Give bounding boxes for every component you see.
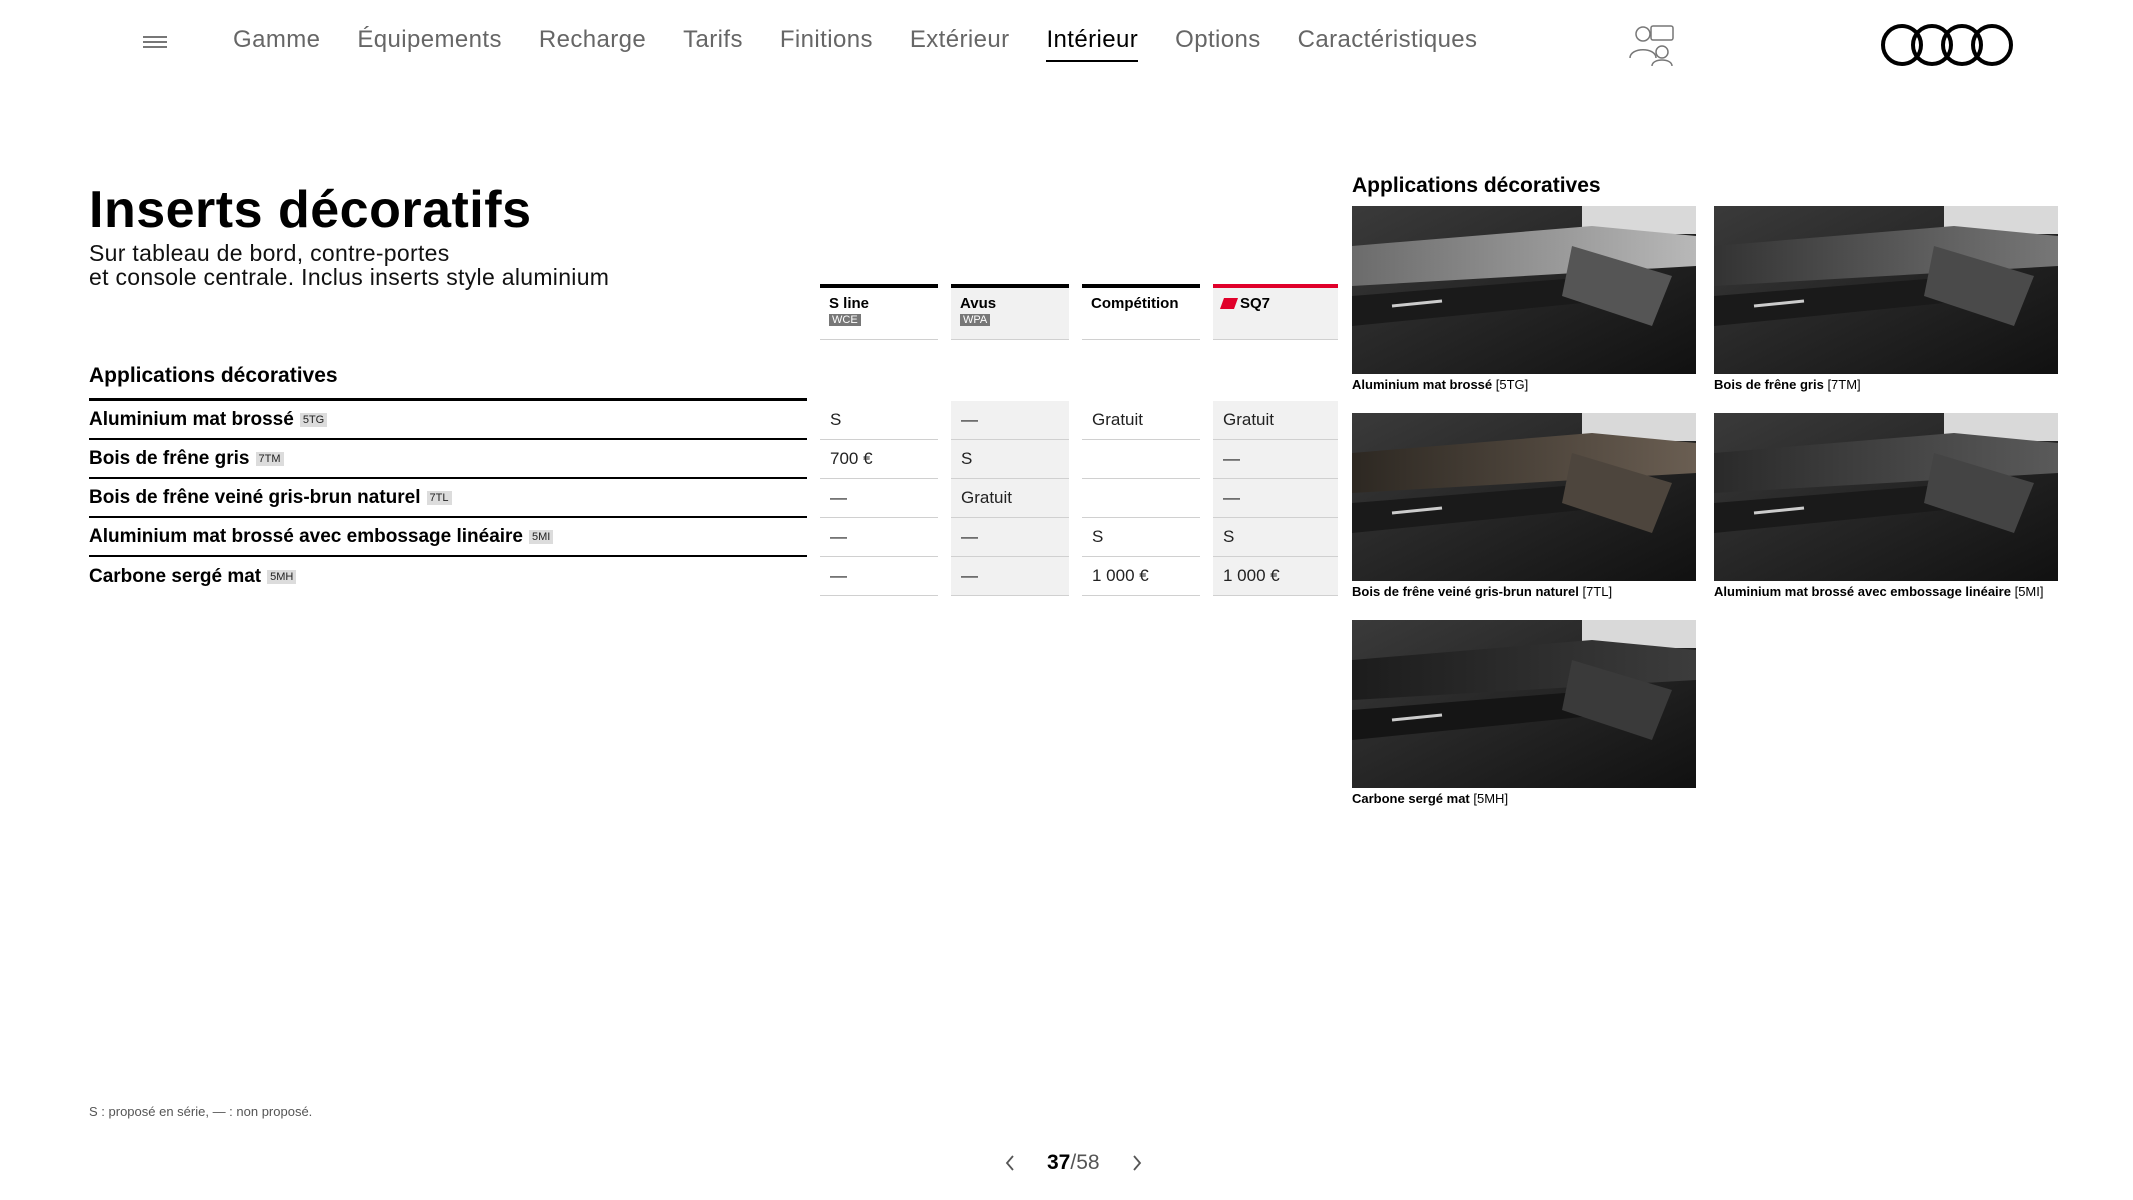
gallery-caption: Bois de frêne gris [7TM]	[1714, 377, 1861, 392]
row-label: Aluminium mat brossé 5TG	[89, 401, 807, 440]
nav-tab-caracteristiques[interactable]: Caractéristiques	[1298, 26, 1478, 62]
gallery-caption: Aluminium mat brossé avec embossage liné…	[1714, 584, 2044, 599]
previous-page-button[interactable]	[995, 1148, 1025, 1178]
chevron-right-icon	[1132, 1155, 1141, 1171]
nav-tab-interieur[interactable]: Intérieur	[1046, 26, 1139, 62]
gallery-caption: Aluminium mat brossé [5TG]	[1352, 377, 1529, 392]
four-rings-logo[interactable]	[1880, 22, 2014, 68]
table-cell: —	[951, 518, 1069, 557]
trim-code-badge: WPA	[960, 314, 991, 326]
table-cell: 1 000 €	[1082, 557, 1200, 596]
interior-photo	[1352, 620, 1696, 788]
nav-tab-finitions[interactable]: Finitions	[780, 26, 873, 62]
column-header-sq7: SQ7	[1213, 284, 1338, 340]
table-cell: Gratuit	[1213, 401, 1338, 440]
table-cell: 1 000 €	[1213, 557, 1338, 596]
table-row: Carbone sergé mat 5MH — — 1 000 € 1 000 €	[89, 557, 1339, 596]
footnote-legend: S : proposé en série, — : non proposé.	[89, 1104, 313, 1119]
table-row: Aluminium mat brossé 5TG S — Gratuit Grat…	[89, 401, 1339, 440]
interior-photo	[1352, 206, 1696, 374]
column-header-s-line: S line WCE	[820, 284, 938, 340]
option-code-badge: 7TM	[255, 451, 284, 466]
page-indicator: 37/58	[1047, 1151, 1100, 1174]
nav-tab-exterieur[interactable]: Extérieur	[910, 26, 1010, 62]
top-navigation: Gamme Équipements Recharge Tarifs Finiti…	[0, 0, 2133, 88]
gallery-item-5mi[interactable]: Aluminium mat brossé avec embossage liné…	[1714, 413, 2058, 599]
table-cell	[1082, 479, 1200, 518]
nav-tab-tarifs[interactable]: Tarifs	[683, 26, 743, 62]
table-cell: —	[951, 557, 1069, 596]
table-cell: Gratuit	[951, 479, 1069, 518]
gallery-caption: Carbone sergé mat [5MH]	[1352, 791, 1509, 806]
interior-photo	[1352, 413, 1696, 581]
page-title: Inserts décoratifs	[89, 181, 532, 239]
gallery-item-5tg[interactable]: Aluminium mat brossé [5TG]	[1352, 206, 1696, 392]
table-cell: —	[820, 557, 938, 596]
nav-tab-equipements[interactable]: Équipements	[357, 26, 502, 62]
table-row: Aluminium mat brossé avec embossage liné…	[89, 518, 1339, 557]
hamburger-menu-icon[interactable]	[143, 36, 167, 52]
advisor-chat-icon[interactable]	[1626, 20, 1678, 68]
column-header-competition: Compétition	[1082, 284, 1200, 340]
column-header-label: SQ7	[1240, 295, 1271, 312]
table-row: Bois de frêne veiné gris-brun naturel 7TL…	[89, 479, 1339, 518]
table-cell	[1082, 440, 1200, 479]
row-label: Bois de frêne gris 7TM	[89, 440, 807, 479]
column-header-label: Avus	[960, 295, 997, 312]
table-cell: 700 €	[820, 440, 938, 479]
option-code-badge: 5TG	[299, 412, 328, 427]
column-header-avus: Avus WPA	[951, 284, 1069, 340]
nav-tab-options[interactable]: Options	[1175, 26, 1261, 62]
subtitle-line-2: et console centrale. Inclus inserts styl…	[89, 264, 610, 290]
table-cell: —	[1213, 479, 1338, 518]
option-code-badge: 5MI	[529, 529, 554, 544]
page-subtitle: Sur tableau de bord, contre-portes et co…	[89, 241, 609, 289]
row-label: Carbone sergé mat 5MH	[89, 557, 807, 596]
table-cell: Gratuit	[1082, 401, 1200, 440]
row-label: Bois de frêne veiné gris-brun naturel 7TL	[89, 479, 807, 518]
table-cell: —	[1213, 440, 1338, 479]
gallery-item-5mh[interactable]: Carbone sergé mat [5MH]	[1352, 620, 1696, 806]
table-cell: —	[820, 479, 938, 518]
nav-tab-recharge[interactable]: Recharge	[539, 26, 646, 62]
option-code-badge: 5MH	[267, 569, 297, 584]
gallery-title: Applications décoratives	[1352, 174, 1601, 197]
interior-photo	[1714, 413, 2058, 581]
gallery-caption: Bois de frêne veiné gris-brun naturel [7…	[1352, 584, 1613, 599]
table-cell: S	[820, 401, 938, 440]
nav-tab-gamme[interactable]: Gamme	[233, 26, 320, 62]
option-code-badge: 7TL	[426, 490, 452, 505]
table-cell: S	[951, 440, 1069, 479]
gallery-item-7tm[interactable]: Bois de frêne gris [7TM]	[1714, 206, 2058, 392]
gallery-item-7tl[interactable]: Bois de frêne veiné gris-brun naturel [7…	[1352, 413, 1696, 599]
table-cell: S	[1213, 518, 1338, 557]
rs-badge-icon	[1219, 298, 1239, 309]
row-label: Aluminium mat brossé avec embossage liné…	[89, 518, 807, 557]
column-header-label: Compétition	[1091, 295, 1179, 312]
table-cell: S	[1082, 518, 1200, 557]
trim-code-badge: WCE	[829, 314, 861, 326]
next-page-button[interactable]	[1122, 1148, 1152, 1178]
chevron-left-icon	[1005, 1155, 1014, 1171]
nav-tabs: Gamme Équipements Recharge Tarifs Finiti…	[233, 26, 1514, 62]
table-cell: —	[951, 401, 1069, 440]
subtitle-line-1: Sur tableau de bord, contre-portes	[89, 240, 450, 266]
table-cell: —	[820, 518, 938, 557]
column-header-label: S line	[829, 295, 870, 312]
interior-photo	[1714, 206, 2058, 374]
table-section-label: Applications décoratives	[89, 364, 338, 387]
table-row: Bois de frêne gris 7TM 700 € S —	[89, 440, 1339, 479]
pagination: 37/58	[995, 1148, 1152, 1178]
